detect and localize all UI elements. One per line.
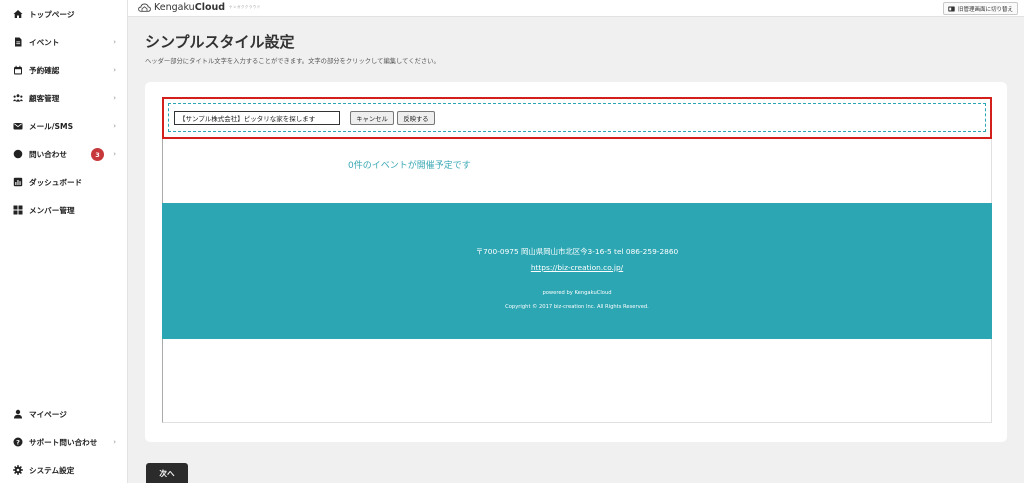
apply-button[interactable]: 反映する	[397, 111, 435, 125]
header-title-input[interactable]	[174, 111, 340, 125]
sidebar-item-label: 予約確認	[29, 65, 60, 75]
next-button[interactable]: 次へ	[146, 463, 188, 483]
sidebar-item-label: システム設定	[29, 465, 75, 475]
cloud-logo-icon	[138, 3, 151, 12]
sidebar-item-label: ダッシュボード	[29, 177, 83, 187]
mail-icon	[13, 121, 23, 131]
logo-text: KengakuCloud	[154, 2, 226, 13]
footer-url-link[interactable]: https://biz-creation.co.jp/	[531, 263, 623, 272]
switch-label: 旧管理画面に切り替え	[957, 6, 1013, 13]
people-icon	[13, 93, 23, 103]
sidebar-item-label: サポート問い合わせ	[29, 437, 98, 447]
events-count-message: 0件のイベントが開催予定です	[348, 161, 471, 171]
chart-icon	[13, 177, 23, 187]
footer-powered-by: powered by KengakuCloud	[542, 290, 612, 296]
sidebar: トップページ イベント › 予約確認 › 顧客管理 › メール/SMS › 問い…	[0, 0, 128, 483]
sidebar-item-label: 問い合わせ	[29, 149, 67, 159]
chevron-right-icon: ›	[113, 150, 116, 158]
sidebar-item-events[interactable]: イベント ›	[0, 31, 128, 53]
calendar-icon	[13, 65, 23, 75]
help-icon: ?	[13, 437, 23, 447]
sidebar-item-inquiries[interactable]: 問い合わせ 3 ›	[0, 143, 128, 165]
page-title: シンプルスタイル設定	[145, 33, 295, 51]
page-description: ヘッダー部分にタイトル文字を入力することができます。文字の部分をクリックして編集…	[145, 58, 440, 65]
footer-copyright: Copyright © 2017 biz-creation Inc. All R…	[505, 304, 649, 310]
sidebar-item-label: メンバー管理	[29, 205, 75, 215]
sidebar-item-members[interactable]: メンバー管理	[0, 199, 128, 221]
sidebar-item-mail-sms[interactable]: メール/SMS ›	[0, 115, 128, 137]
chevron-right-icon: ›	[113, 122, 116, 130]
document-icon	[13, 37, 23, 47]
sidebar-item-label: トップページ	[29, 9, 75, 19]
app-logo[interactable]: KengakuCloud ケンガククラウド	[138, 2, 261, 13]
chevron-right-icon: ›	[113, 438, 116, 446]
chevron-right-icon: ›	[113, 94, 116, 102]
gear-icon	[13, 465, 23, 475]
preview-footer: 〒700-0975 岡山県岡山市北区今3-16-5 tel 086-259-28…	[162, 203, 992, 339]
sidebar-item-dashboard[interactable]: ダッシュボード	[0, 171, 128, 193]
sidebar-item-label: マイページ	[29, 409, 67, 419]
logo-subtitle: ケンガククラウド	[229, 5, 261, 9]
sidebar-item-support[interactable]: ? サポート問い合わせ ›	[0, 431, 128, 453]
sidebar-item-top-page[interactable]: トップページ	[0, 3, 128, 25]
sidebar-item-reservations[interactable]: 予約確認 ›	[0, 59, 128, 81]
chevron-right-icon: ›	[113, 38, 116, 46]
user-icon	[13, 409, 23, 419]
sidebar-item-label: 顧客管理	[29, 93, 60, 103]
sidebar-item-my-page[interactable]: マイページ	[0, 403, 128, 425]
cancel-button[interactable]: キャンセル	[350, 111, 394, 125]
top-bar: KengakuCloud ケンガククラウド 旧管理画面に切り替え	[128, 0, 1024, 17]
svg-text:?: ?	[16, 439, 20, 447]
sidebar-item-label: メール/SMS	[29, 121, 74, 131]
grid-icon	[13, 205, 23, 215]
header-title-editor: キャンセル 反映する	[162, 97, 992, 139]
switch-legacy-admin-button[interactable]: 旧管理画面に切り替え	[942, 2, 1018, 15]
notification-badge: 3	[91, 148, 104, 161]
sidebar-item-customers[interactable]: 顧客管理 ›	[0, 87, 128, 109]
chat-icon	[13, 149, 23, 159]
chevron-right-icon: ›	[113, 66, 116, 74]
editor-dashed-area: キャンセル 反映する	[168, 103, 986, 132]
sidebar-item-system-settings[interactable]: システム設定	[0, 459, 128, 481]
sidebar-item-label: イベント	[29, 37, 60, 47]
footer-address: 〒700-0975 岡山県岡山市北区今3-16-5 tel 086-259-28…	[475, 247, 679, 256]
switch-icon	[948, 6, 955, 12]
home-icon	[13, 9, 23, 19]
footer-url-row: https://biz-creation.co.jp/	[162, 263, 992, 272]
